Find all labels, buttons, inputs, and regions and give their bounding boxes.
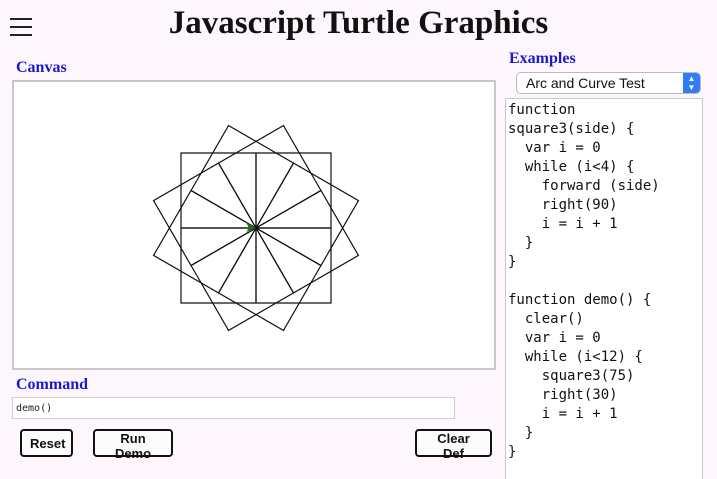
turtle-square-path — [255, 189, 360, 294]
turtle-square-path — [255, 152, 332, 229]
turtle-canvas[interactable] — [12, 80, 496, 370]
examples-select[interactable]: Arc and Curve Test ▲ ▼ — [516, 72, 701, 94]
reset-button[interactable]: Reset — [20, 429, 73, 457]
turtle-square-path — [190, 227, 295, 332]
clear-def-button[interactable]: Clear Def — [415, 429, 492, 461]
code-editor[interactable]: function square3(side) { var i = 0 while… — [505, 98, 703, 479]
examples-selected-value: Arc and Curve Test — [526, 75, 645, 91]
turtle-square-path — [217, 124, 322, 229]
turtle-square-path — [152, 162, 257, 267]
canvas-label: Canvas — [16, 59, 67, 76]
turtle-graphics-page: Javascript Turtle Graphics Canvas Comman… — [0, 0, 717, 479]
command-input[interactable] — [12, 397, 455, 419]
turtle-square-path — [180, 152, 257, 229]
turtle-square-path — [217, 227, 322, 332]
turtle-drawing — [152, 124, 360, 332]
examples-label: Examples — [509, 50, 576, 67]
page-title: Javascript Turtle Graphics — [168, 5, 549, 41]
turtle-square-path — [180, 227, 257, 304]
command-label: Command — [16, 376, 89, 393]
turtle-square-path — [255, 227, 332, 304]
select-updown-arrows-icon: ▲ ▼ — [683, 73, 700, 93]
turtle-square-path — [190, 124, 295, 229]
run-demo-button[interactable]: Run Demo — [93, 429, 173, 461]
turtle-square-path — [152, 189, 257, 294]
turtle-square-path — [255, 162, 360, 267]
